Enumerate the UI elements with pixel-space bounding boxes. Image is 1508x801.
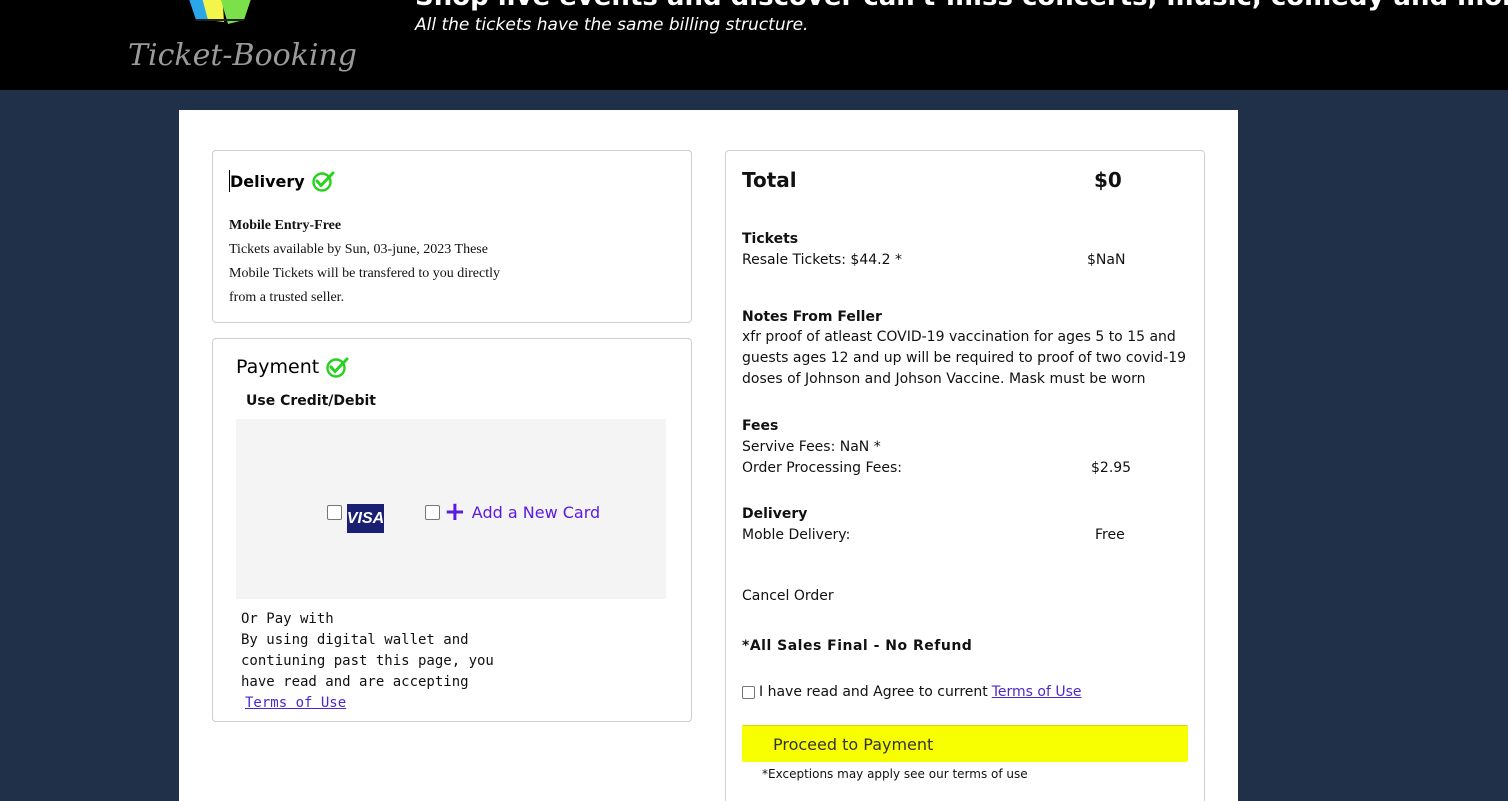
delivery-details: Mobile Entry-Free Tickets available by S… xyxy=(229,214,529,310)
total-value: $0 xyxy=(1094,168,1122,192)
payment-card: Payment Use Credit/Debit VISA + Add a Ne… xyxy=(212,338,692,722)
card-selection-area: VISA + Add a New Card xyxy=(236,419,666,599)
final-sale-notice: *All Sales Final - No Refund xyxy=(742,638,973,654)
resale-tickets-label: Resale Tickets: $44.2 * xyxy=(742,252,902,268)
delivery-title: Delivery xyxy=(230,171,305,191)
payment-heading: Payment xyxy=(236,356,349,378)
delivery-card: Delivery Mobile Entry-Free Tickets avail… xyxy=(212,150,692,323)
agree-terms-row: I have read and Agree to current Terms o… xyxy=(742,684,1082,700)
check-circle-icon xyxy=(312,171,335,192)
delivery-heading: Delivery xyxy=(229,170,335,192)
fees-heading: Fees xyxy=(742,418,779,434)
delivery-description: Tickets available by Sun, 03-june, 2023 … xyxy=(229,242,501,305)
logo-text: Ticket-Booking xyxy=(128,38,357,73)
checkout-container: Delivery Mobile Entry-Free Tickets avail… xyxy=(179,110,1238,801)
agree-terms-checkbox[interactable] xyxy=(742,685,755,699)
payment-title: Payment xyxy=(236,356,320,378)
plus-icon: + xyxy=(444,497,466,527)
exceptions-note: *Exceptions may apply see our terms of u… xyxy=(762,767,1028,781)
digital-wallet-info: Or Pay with By using digital wallet and … xyxy=(241,609,511,714)
use-credit-label: Use Credit/Debit xyxy=(246,393,376,409)
delivery-summary-heading: Delivery xyxy=(742,506,808,522)
header-headline: Shop live events and discover can't-miss… xyxy=(415,0,1508,12)
service-fee-label: Servive Fees: NaN * xyxy=(742,439,881,455)
logo-mark-icon xyxy=(189,0,251,24)
mobile-delivery-value: Free xyxy=(1095,527,1125,543)
payment-terms-link[interactable]: Terms of Use xyxy=(245,695,346,711)
notes-heading: Notes From Feller xyxy=(742,309,882,325)
or-pay-label: Or Pay with xyxy=(241,611,334,627)
order-summary-card: Total $0 Tickets Resale Tickets: $44.2 *… xyxy=(725,150,1205,801)
visa-card-checkbox[interactable] xyxy=(327,505,342,520)
mobile-delivery-label: Moble Delivery: xyxy=(742,527,851,543)
agree-terms-link[interactable]: Terms of Use xyxy=(992,684,1082,700)
total-label: Total xyxy=(742,168,797,192)
check-circle-icon xyxy=(326,357,349,378)
processing-fee-value: $2.95 xyxy=(1091,460,1132,476)
add-new-card-label: Add a New Card xyxy=(471,502,601,522)
notes-text: xfr proof of atleast COVID-19 vaccinatio… xyxy=(742,329,1187,387)
site-header: Ticket-Booking Shop live events and disc… xyxy=(0,0,1508,90)
visa-icon: VISA xyxy=(347,504,384,533)
site-logo[interactable]: Ticket-Booking xyxy=(128,0,357,82)
delivery-option-title: Mobile Entry-Free xyxy=(229,218,342,233)
wallet-notice: By using digital wallet and contiuning p… xyxy=(241,632,494,690)
header-subline: All the tickets have the same billing st… xyxy=(415,15,809,35)
new-card-checkbox[interactable] xyxy=(425,505,440,520)
resale-tickets-value: $NaN xyxy=(1087,252,1126,268)
cancel-order-link[interactable]: Cancel Order xyxy=(742,588,834,604)
tickets-heading: Tickets xyxy=(742,231,799,247)
proceed-to-payment-button[interactable]: Proceed to Payment xyxy=(742,725,1188,762)
add-new-card-link[interactable]: + Add a New Card xyxy=(444,499,600,525)
agree-terms-text: I have read and Agree to current xyxy=(759,684,988,700)
processing-fee-label: Order Processing Fees: xyxy=(742,460,902,476)
